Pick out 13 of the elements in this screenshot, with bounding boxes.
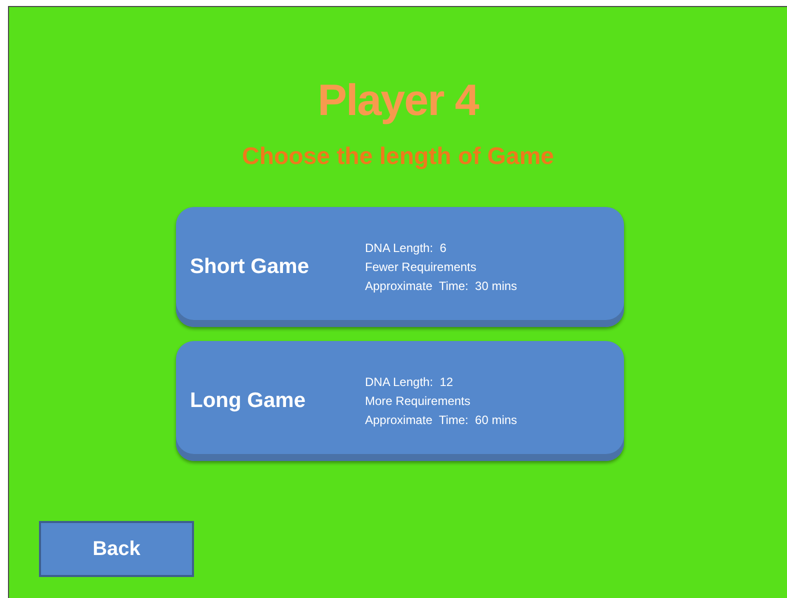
option-detail: Approximate Time: 30 mins [365, 278, 518, 294]
player-title: Player 4 [318, 75, 478, 127]
subtitle: Choose the length of Game [242, 142, 554, 172]
option-title: Short Game [190, 254, 310, 280]
option-title: Long Game [190, 388, 307, 414]
back-button[interactable]: Back [39, 521, 194, 577]
option-detail: DNA Length: 12 [365, 374, 454, 390]
option-detail: More Requirements [365, 392, 472, 410]
game-length-button[interactable]: Long Game DNA Length: 12 More Requirements Approximate Time: 60 mins [176, 341, 624, 461]
option-detail: Fewer Requirements [365, 258, 478, 276]
option-detail: Approximate Time: 60 mins [365, 412, 518, 428]
option-detail: DNA Length: 6 [365, 240, 448, 256]
game-length-button[interactable]: Short Game DNA Length: 6 Fewer Requirements Approximate Time: 30 mins [176, 207, 624, 327]
